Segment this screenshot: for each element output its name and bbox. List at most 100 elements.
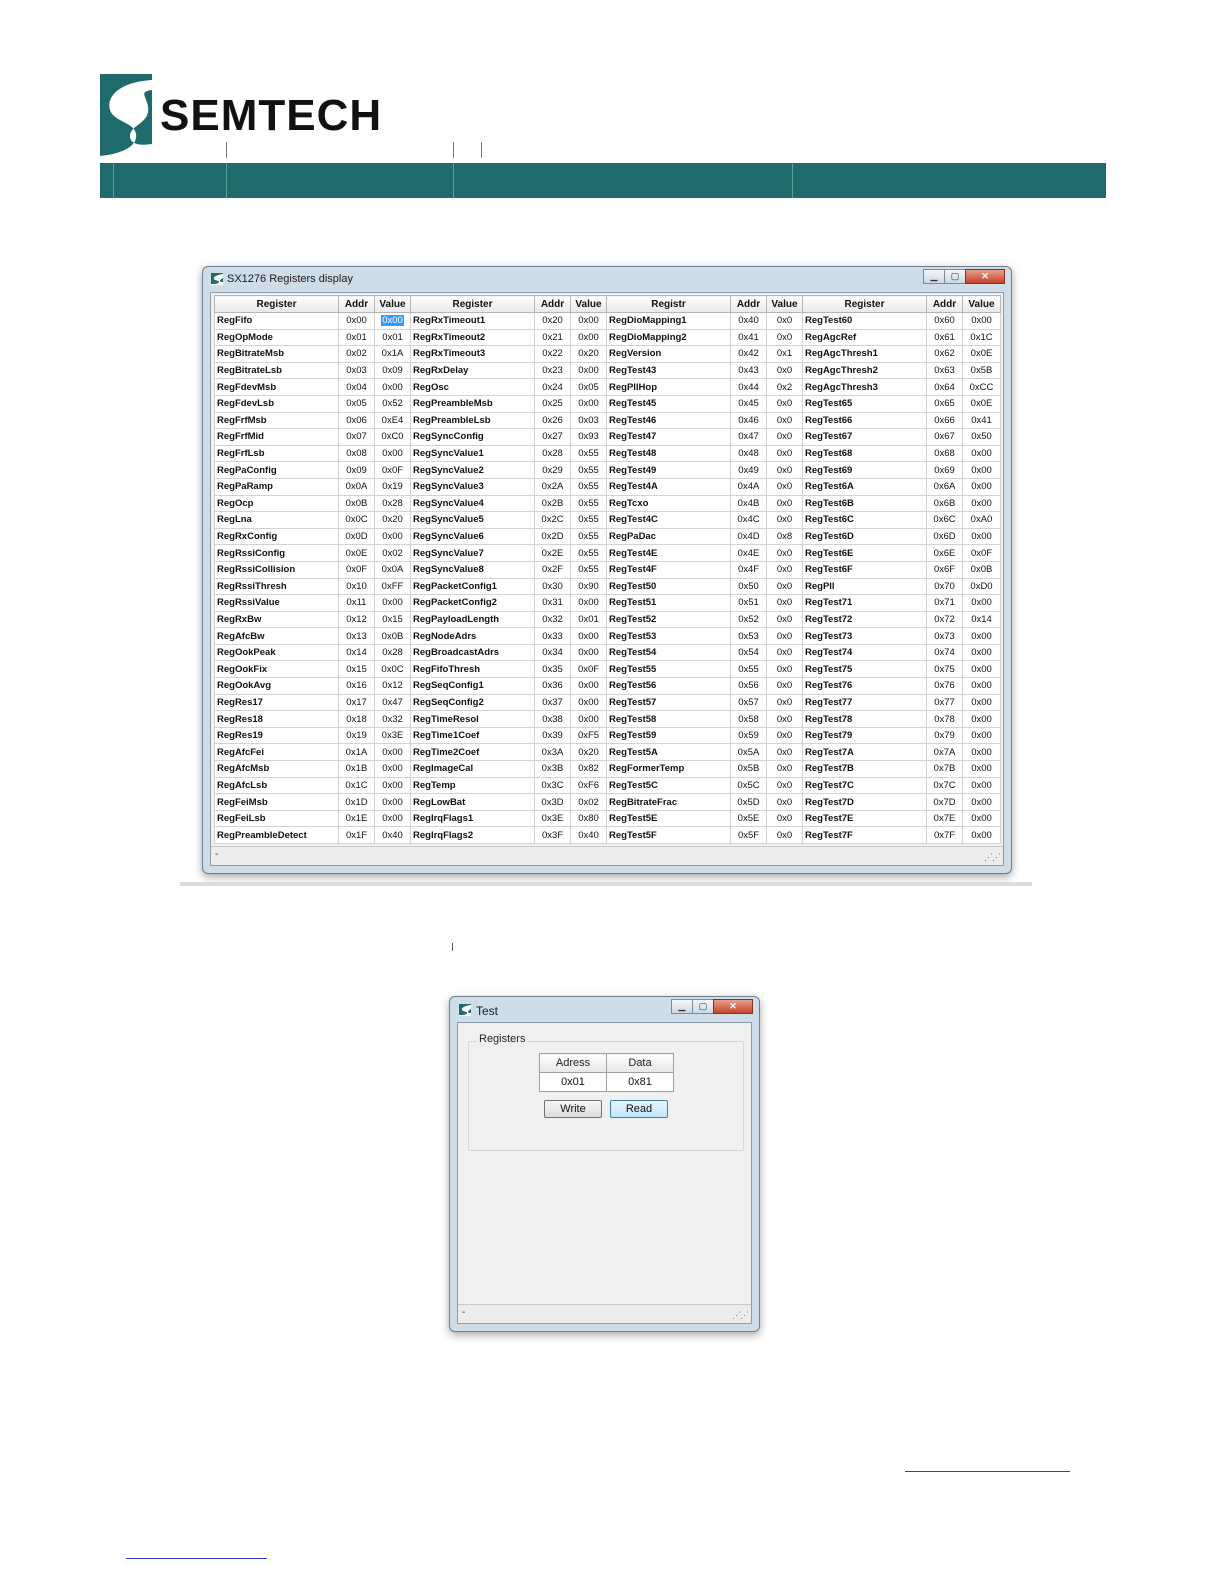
- register-addr-cell[interactable]: 0x1C: [338, 776, 375, 795]
- register-name-cell[interactable]: RegSeqConfig1: [410, 677, 535, 695]
- register-addr-cell[interactable]: 0x7E: [926, 809, 963, 828]
- register-addr-cell[interactable]: 0x55: [730, 660, 767, 679]
- register-value-cell[interactable]: 0x00: [570, 312, 607, 330]
- register-value-cell[interactable]: 0x0: [766, 428, 803, 446]
- register-value-cell[interactable]: 0x15: [374, 610, 411, 629]
- register-value-cell[interactable]: 0x0: [766, 411, 803, 430]
- register-addr-cell[interactable]: 0x66: [926, 411, 963, 430]
- register-value-cell[interactable]: 0x0: [766, 544, 803, 562]
- register-name-cell[interactable]: RegPayloadLength: [410, 610, 535, 629]
- register-name-cell[interactable]: RegRxBw: [214, 610, 339, 629]
- close-button[interactable]: ✕: [713, 999, 753, 1014]
- register-value-cell[interactable]: 0x55: [570, 444, 607, 463]
- register-value-cell[interactable]: 0x0F: [962, 544, 1001, 562]
- register-addr-cell[interactable]: 0x4F: [730, 560, 767, 579]
- register-addr-cell[interactable]: 0x22: [534, 345, 571, 363]
- register-addr-cell[interactable]: 0x21: [534, 328, 571, 347]
- register-name-cell[interactable]: RegTest5F: [606, 826, 731, 844]
- register-value-cell[interactable]: 0x32: [374, 710, 411, 728]
- column-header-value[interactable]: Value: [374, 295, 411, 313]
- register-addr-cell[interactable]: 0x05: [338, 394, 375, 413]
- register-value-cell[interactable]: 0x00: [962, 726, 1001, 745]
- register-addr-cell[interactable]: 0x59: [730, 726, 767, 745]
- register-name-cell[interactable]: RegBitrateFrac: [606, 793, 731, 811]
- register-name-cell[interactable]: RegTest49: [606, 461, 731, 479]
- register-addr-cell[interactable]: 0x33: [534, 627, 571, 645]
- register-addr-cell[interactable]: 0x3A: [534, 743, 571, 762]
- register-name-cell[interactable]: RegTest59: [606, 726, 731, 745]
- register-name-cell[interactable]: RegTest4C: [606, 511, 731, 529]
- register-name-cell[interactable]: RegDioMapping1: [606, 312, 731, 330]
- title-bar[interactable]: Test ▁ ▢ ✕: [450, 997, 759, 1021]
- register-value-cell[interactable]: 0x00: [962, 760, 1001, 778]
- register-name-cell[interactable]: RegTest5A: [606, 743, 731, 762]
- register-name-cell[interactable]: RegNodeAdrs: [410, 627, 535, 645]
- register-name-cell[interactable]: RegTest7E: [802, 809, 927, 828]
- register-addr-cell[interactable]: 0x5E: [730, 809, 767, 828]
- register-name-cell[interactable]: RegRxTimeout2: [410, 328, 535, 347]
- register-name-cell[interactable]: RegSyncValue4: [410, 494, 535, 513]
- register-addr-cell[interactable]: 0x4C: [730, 511, 767, 529]
- register-value-cell[interactable]: 0x0F: [374, 461, 411, 479]
- register-name-cell[interactable]: RegTest65: [802, 394, 927, 413]
- register-addr-cell[interactable]: 0x18: [338, 710, 375, 728]
- register-addr-cell[interactable]: 0x09: [338, 461, 375, 479]
- register-value-cell[interactable]: 0x0: [766, 328, 803, 347]
- register-name-cell[interactable]: RegAfcMsb: [214, 760, 339, 778]
- register-addr-cell[interactable]: 0x04: [338, 378, 375, 396]
- register-name-cell[interactable]: RegOpMode: [214, 328, 339, 347]
- register-addr-cell[interactable]: 0x28: [534, 444, 571, 463]
- register-value-cell[interactable]: 0x00: [962, 477, 1001, 496]
- register-name-cell[interactable]: RegOokPeak: [214, 643, 339, 662]
- register-name-cell[interactable]: RegPacketConfig1: [410, 577, 535, 596]
- register-value-cell[interactable]: 0xD0: [962, 577, 1001, 596]
- register-name-cell[interactable]: RegTest58: [606, 710, 731, 728]
- register-name-cell[interactable]: RegFrfMid: [214, 428, 339, 446]
- register-value-cell[interactable]: 0xF6: [570, 776, 607, 795]
- register-addr-cell[interactable]: 0x03: [338, 361, 375, 380]
- register-addr-cell[interactable]: 0x2F: [534, 560, 571, 579]
- register-name-cell[interactable]: RegTest79: [802, 726, 927, 745]
- register-value-cell[interactable]: 0x00: [374, 527, 411, 546]
- register-name-cell[interactable]: RegTest68: [802, 444, 927, 463]
- register-name-cell[interactable]: RegTest73: [802, 627, 927, 645]
- register-addr-cell[interactable]: 0x6A: [926, 477, 963, 496]
- register-value-cell[interactable]: 0x0: [766, 477, 803, 496]
- register-name-cell[interactable]: RegRes18: [214, 710, 339, 728]
- register-value-cell[interactable]: 0x00: [374, 378, 411, 396]
- register-name-cell[interactable]: RegPreambleMsb: [410, 394, 535, 413]
- register-addr-cell[interactable]: 0x54: [730, 643, 767, 662]
- register-addr-cell[interactable]: 0x38: [534, 710, 571, 728]
- register-value-cell[interactable]: 0x1A: [374, 345, 411, 363]
- register-name-cell[interactable]: RegSyncValue1: [410, 444, 535, 463]
- register-name-cell[interactable]: RegDioMapping2: [606, 328, 731, 347]
- register-addr-cell[interactable]: 0x62: [926, 345, 963, 363]
- register-name-cell[interactable]: RegTest71: [802, 594, 927, 612]
- minimize-button[interactable]: ▁: [671, 999, 693, 1014]
- register-addr-cell[interactable]: 0x16: [338, 677, 375, 695]
- register-value-cell[interactable]: 0x0B: [962, 560, 1001, 579]
- register-value-cell[interactable]: 0x0: [766, 560, 803, 579]
- register-value-cell[interactable]: 0x00: [570, 677, 607, 695]
- register-name-cell[interactable]: RegBroadcastAdrs: [410, 643, 535, 662]
- register-value-cell[interactable]: 0x20: [374, 511, 411, 529]
- register-name-cell[interactable]: RegTest55: [606, 660, 731, 679]
- register-name-cell[interactable]: RegFormerTemp: [606, 760, 731, 778]
- register-addr-cell[interactable]: 0x15: [338, 660, 375, 679]
- register-value-cell[interactable]: 0x5B: [962, 361, 1001, 380]
- register-name-cell[interactable]: RegTest51: [606, 594, 731, 612]
- register-value-cell[interactable]: 0x1: [766, 345, 803, 363]
- register-name-cell[interactable]: RegLna: [214, 511, 339, 529]
- register-name-cell[interactable]: RegVersion: [606, 345, 731, 363]
- register-addr-cell[interactable]: 0x30: [534, 577, 571, 596]
- register-addr-cell[interactable]: 0x2C: [534, 511, 571, 529]
- write-button[interactable]: Write: [544, 1100, 602, 1118]
- register-value-cell[interactable]: 0x28: [374, 643, 411, 662]
- register-value-cell[interactable]: 0x00: [570, 394, 607, 413]
- register-name-cell[interactable]: RegFdevMsb: [214, 378, 339, 396]
- register-value-cell[interactable]: 0x0: [766, 826, 803, 844]
- register-name-cell[interactable]: RegPacketConfig2: [410, 594, 535, 612]
- register-name-cell[interactable]: RegTime2Coef: [410, 743, 535, 762]
- register-value-cell[interactable]: 0x55: [570, 544, 607, 562]
- register-addr-cell[interactable]: 0x67: [926, 428, 963, 446]
